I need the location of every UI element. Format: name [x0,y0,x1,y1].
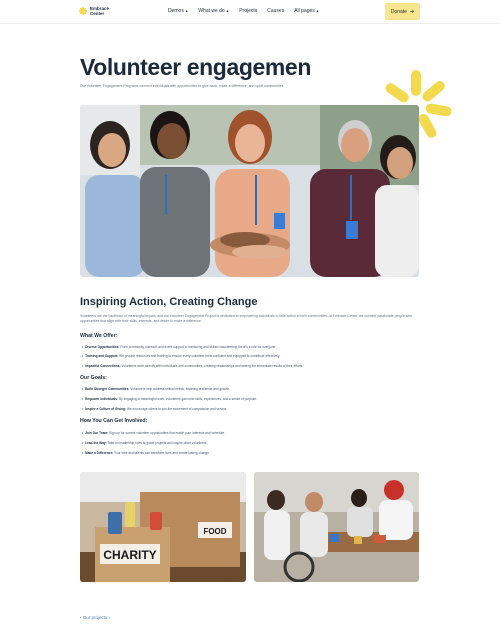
list-item-strong: Training and Support: [85,354,119,358]
list-item-text: Volunteers help address critical needs, … [129,387,230,391]
chevron-left-icon: ‹ [80,615,82,620]
list-item-text: From community outreach and event suppor… [119,345,277,349]
involve-heading: How You Can Get Involved: [80,418,148,424]
list-item: Diverse Opportunities: From community ou… [82,345,276,349]
chevron-down-icon: ▲ [315,9,320,13]
page-title: Volunteer engagemen [80,54,311,80]
list-item-strong: Make a Difference: [85,451,114,455]
list-item-text: Your time and talents can transform live… [113,451,210,455]
donate-button[interactable]: Donate ➔ [385,3,420,20]
section-paragraph: Volunteers are the backbone of meaningfu… [80,314,412,323]
chevron-right-icon: › [108,615,111,620]
nav-item-demos[interactable]: Demos▲ [168,8,188,14]
nav-item-causes[interactable]: Causes [267,8,284,14]
list-item-text: Sign up for current volunteer opportunit… [108,431,226,435]
photo-charity-boxes: CHARITY FOOD [80,472,246,582]
logo-line2: Center [90,11,105,16]
logo-burst-icon [79,7,87,15]
box-label-food: FOOD [203,527,226,536]
list-item: Empower Individuals: By engaging in mean… [82,397,257,401]
nav-label: What we do [198,8,225,14]
site-header: Embrace Center Demos▲ What we do▲ Projec… [0,0,500,24]
back-link-label: Our projects [82,615,108,620]
chevron-down-icon: ▲ [184,9,189,13]
goals-heading: Our Goals: [80,375,107,381]
box-label-charity: CHARITY [103,548,156,562]
list-item-strong: Lead the Way: [85,441,107,445]
list-item-text: By engaging in meaningful work, voluntee… [118,397,257,401]
photo-volunteer-event [254,472,419,582]
back-to-projects-link[interactable]: ‹ Our projects › [80,615,110,620]
logo[interactable]: Embrace Center [79,6,109,16]
list-item: Inspire a Culture of Giving: We encourag… [82,407,227,411]
list-item-strong: Inspire a Culture of Giving: [85,407,127,411]
arrow-right-icon: ➔ [409,8,415,15]
list-item: Impactful Connections: Volunteers work d… [82,364,303,368]
donate-label: Donate [390,8,407,15]
list-item: Lead the Way: Take on leadership roles t… [82,441,207,445]
list-item: Make a Difference: Your time and talents… [82,451,210,455]
nav-label: Causes [267,8,285,14]
nav-item-projects[interactable]: Projects [239,8,257,14]
nav-label: All pages [294,8,315,14]
nav-label: Demos [168,8,184,14]
list-item-strong: Diverse Opportunities: [85,345,120,349]
logo-text: Embrace Center [90,6,109,16]
nav-label: Projects [239,8,258,14]
nav-item-all-pages[interactable]: All pages▲ [294,8,319,14]
list-item-text: We provide resources and training to ens… [118,354,281,358]
list-item-text: Take on leadership roles to guide projec… [106,441,208,445]
chevron-down-icon: ▲ [225,9,230,13]
list-item-strong: Join Our Team: [85,431,109,435]
offer-heading: What We Offer: [80,333,118,339]
list-item-text: Volunteers work directly with individual… [120,364,304,368]
list-item-strong: Empower Individuals: [85,397,119,401]
main-nav: Demos▲ What we do▲ Projects Causes All p… [168,8,319,14]
nav-item-what-we-do[interactable]: What we do▲ [198,8,229,14]
list-item: Join Our Team: Sign up for current volun… [82,431,225,435]
hero-photo-volunteers [80,105,419,277]
list-item-strong: Impactful Connections: [85,364,121,368]
list-item-text: We encourage others to join the movement… [126,407,228,411]
page-intro: Our Volunteer Engagement Programs connec… [80,84,285,88]
list-item-strong: Build Stronger Communities: [85,387,130,391]
list-item: Training and Support: We provide resourc… [82,354,280,358]
section-title: Inspiring Action, Creating Change [80,296,258,308]
list-item: Build Stronger Communities: Volunteers h… [82,387,230,391]
